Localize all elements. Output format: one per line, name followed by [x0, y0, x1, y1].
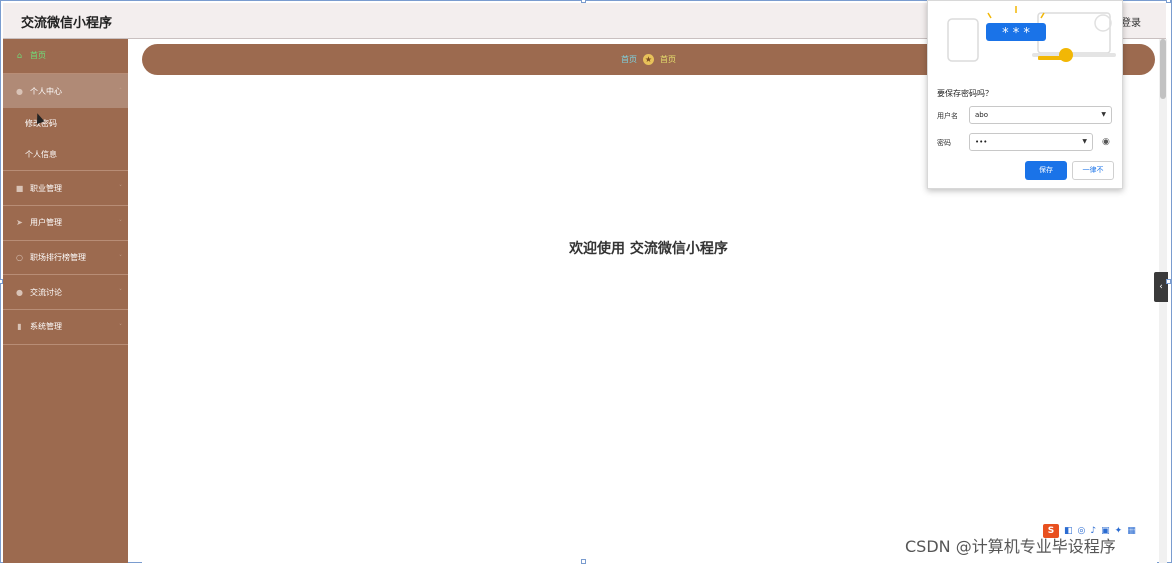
sidebar-item-personal-center[interactable]: ● 个人中心 ˆ: [3, 73, 128, 109]
sidebar-item-label: 职业管理: [30, 183, 62, 193]
resize-handle[interactable]: [0, 279, 3, 284]
password-illustration: * * *: [947, 6, 1116, 62]
username-label: 用户名: [937, 112, 958, 120]
resize-handle[interactable]: [1166, 279, 1171, 284]
chevron-down-icon: ˇ: [119, 289, 122, 297]
sidebar-item-label: 个人中心: [30, 86, 62, 96]
save-button[interactable]: 保存: [1025, 161, 1067, 180]
home-icon: ⌂: [16, 51, 23, 61]
send-icon: ➤: [16, 218, 23, 228]
sidebar-item-ranking[interactable]: ○ 职场排行榜管理 ˇ: [3, 241, 128, 276]
scrollbar-thumb[interactable]: [1160, 39, 1166, 99]
chevron-down-icon: ˇ: [119, 254, 122, 262]
resize-handle[interactable]: [581, 0, 586, 3]
breadcrumb-current: 首页: [660, 55, 676, 64]
tray-icon[interactable]: ✦: [1115, 526, 1123, 536]
sidebar-item-career[interactable]: ■ 职业管理 ˇ: [3, 171, 128, 207]
sidebar-item-label: 首页: [30, 51, 46, 61]
breadcrumb-home-link[interactable]: 首页: [621, 54, 637, 65]
sidebar-item-discussion[interactable]: ● 交流讨论 ˇ: [3, 275, 128, 311]
never-button[interactable]: 一律不: [1072, 161, 1114, 180]
sidebar-item-system[interactable]: ▮ 系统管理 ˇ: [3, 310, 128, 345]
password-select[interactable]: ••• ▼: [969, 133, 1093, 151]
illustration-asterisks: * * *: [1002, 26, 1030, 41]
chevron-down-icon: ˇ: [119, 220, 122, 228]
sidebar-item-label: 用户管理: [30, 218, 62, 228]
sidebar-item-home[interactable]: ⌂ 首页: [3, 39, 128, 74]
login-link[interactable]: 登录: [1121, 14, 1141, 29]
chevron-down-icon: ˇ: [119, 324, 122, 332]
username-value: abo: [975, 111, 989, 119]
watermark: CSDN @计算机专业毕设程序: [905, 537, 1116, 556]
sidebar-item-label: 交流讨论: [30, 287, 62, 297]
briefcase-icon: ■: [15, 183, 24, 193]
save-password-dialog: * * * 要保存密码吗？ 用户名 abo ▼ 密码 ••• ▼ ◉ 保存 一律…: [927, 0, 1123, 189]
collapse-panel-tab[interactable]: ‹: [1154, 272, 1168, 302]
sidebar-subitem-change-password[interactable]: 修改密码: [3, 108, 128, 139]
chevron-down-icon: ˇ: [119, 185, 122, 193]
sidebar-subitem-personal-info[interactable]: 个人信息: [3, 139, 128, 170]
resize-handle[interactable]: [1166, 0, 1171, 3]
password-label: 密码: [937, 139, 951, 147]
sidebar: ⌂ 首页 ● 个人中心 ˆ 修改密码 个人信息 ■ 职业管理 ˇ ➤ 用户管理 …: [3, 39, 128, 563]
discussion-icon: ●: [16, 287, 23, 297]
sidebar-item-label: 系统管理: [30, 322, 62, 332]
tray-icon[interactable]: ▦: [1127, 526, 1136, 536]
dialog-title: 要保存密码吗？: [937, 89, 993, 98]
sidebar-item-label: 职场排行榜管理: [30, 253, 86, 263]
username-select[interactable]: abo ▼: [969, 106, 1112, 124]
ranking-icon: ○: [16, 253, 23, 263]
password-value: •••: [975, 138, 988, 146]
sidebar-item-users[interactable]: ➤ 用户管理 ˇ: [3, 206, 128, 241]
user-icon: ●: [16, 86, 23, 96]
app-title: 交流微信小程序: [21, 16, 113, 31]
dropdown-arrow-icon: ▼: [1082, 138, 1087, 145]
eye-icon[interactable]: ◉: [1102, 137, 1110, 147]
star-icon: ★: [643, 54, 654, 65]
dropdown-arrow-icon: ▼: [1101, 111, 1106, 118]
settings-chart-icon: ▮: [17, 322, 22, 332]
resize-handle[interactable]: [581, 559, 586, 564]
welcome-heading: 欢迎使用 交流微信小程序: [569, 241, 728, 257]
chevron-up-icon: ˆ: [119, 87, 122, 95]
